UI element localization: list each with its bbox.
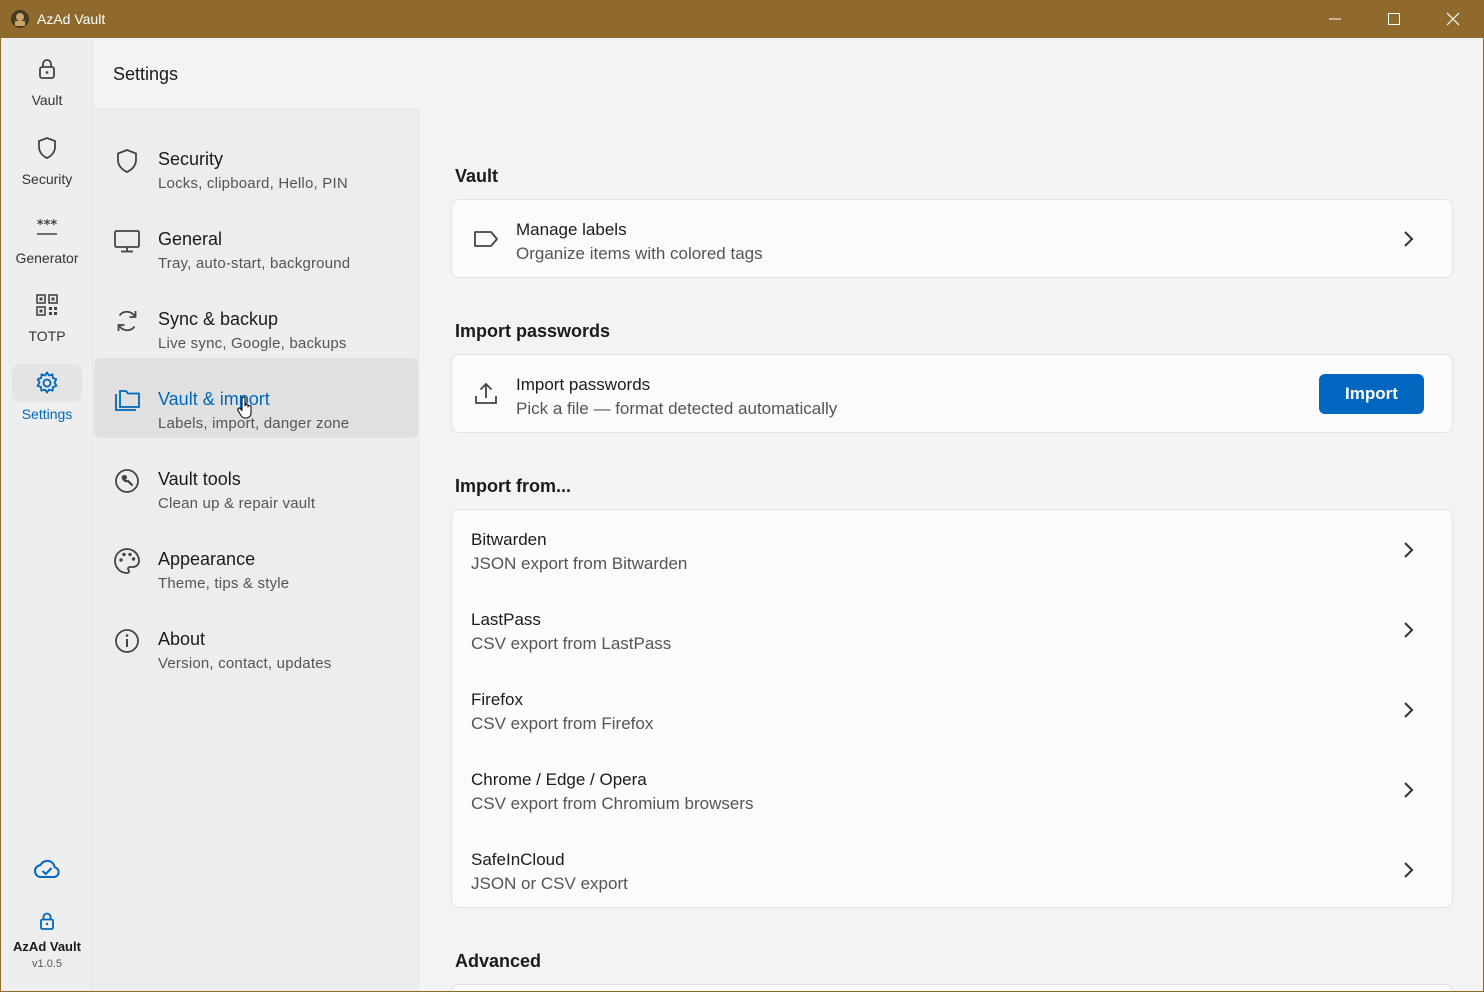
app-logo-icon xyxy=(11,10,29,28)
chevron-right-icon xyxy=(1404,622,1414,638)
category-subtitle: Live sync, Google, backups xyxy=(158,335,347,352)
category-subtitle: Clean up & repair vault xyxy=(158,495,316,512)
category-subtitle: Locks, clipboard, Hello, PIN xyxy=(158,175,348,192)
row-subtitle: JSON or CSV export xyxy=(471,874,628,893)
gear-icon xyxy=(36,371,58,394)
rail-item-totp[interactable]: TOTP xyxy=(1,286,93,356)
manage-labels-row[interactable]: Manage labels Organize items with colore… xyxy=(452,200,1452,278)
category-vault-import[interactable]: Vault & import Labels, import, danger zo… xyxy=(94,358,418,438)
category-subtitle: Version, contact, updates xyxy=(158,655,332,672)
folders-icon xyxy=(115,390,140,411)
chevron-right-icon xyxy=(1404,702,1414,718)
rail-label: Vault xyxy=(31,92,63,108)
category-subtitle: Tray, auto-start, background xyxy=(158,255,351,272)
close-icon xyxy=(1446,12,1460,26)
app-version: v1.0.5 xyxy=(32,958,62,970)
row-subtitle: CSV export from Firefox xyxy=(471,714,654,733)
row-subtitle: JSON export from Bitwarden xyxy=(471,554,688,573)
wrench-icon xyxy=(115,469,139,493)
category-appearance[interactable]: Appearance Theme, tips & style xyxy=(94,518,418,598)
chevron-right-icon xyxy=(1404,542,1414,558)
hand-cursor-icon xyxy=(237,396,252,419)
nav-rail: Vault Security *** Generator TOTP Settin… xyxy=(1,38,93,991)
card-import-passwords: Import passwords Pick a file — format de… xyxy=(451,354,1453,433)
category-title: General xyxy=(158,229,223,249)
settings-categories: Security Locks, clipboard, Hello, PIN Ge… xyxy=(94,108,419,991)
row-title: Chrome / Edge / Opera xyxy=(471,770,647,789)
rail-item-security[interactable]: Security xyxy=(1,129,93,199)
category-title: Sync & backup xyxy=(158,309,279,329)
title-bar: AzAd Vault xyxy=(0,0,1484,38)
section-heading-vault: Vault xyxy=(455,166,499,186)
upload-icon xyxy=(475,382,497,404)
row-title: Manage labels xyxy=(516,220,627,239)
shield-icon xyxy=(38,137,56,159)
section-heading-import-from: Import from... xyxy=(455,476,571,496)
rail-label: TOTP xyxy=(28,328,66,344)
lock-icon xyxy=(40,912,54,930)
category-about[interactable]: About Version, contact, updates xyxy=(94,598,418,678)
category-title: Appearance xyxy=(158,549,256,569)
lock-icon xyxy=(39,59,55,79)
row-title: Bitwarden xyxy=(471,530,547,549)
row-title: Firefox xyxy=(471,690,523,709)
category-subtitle: Theme, tips & style xyxy=(158,575,290,592)
row-title: SafeInCloud xyxy=(471,850,565,869)
row-subtitle: Organize items with colored tags xyxy=(516,244,763,263)
rail-item-vault[interactable]: Vault xyxy=(1,50,93,120)
rail-label: Generator xyxy=(15,250,79,266)
import-button[interactable]: Import xyxy=(1319,374,1424,414)
qr-code-icon xyxy=(36,294,58,316)
section-heading-import-passwords: Import passwords xyxy=(455,321,611,341)
window-title: AzAd Vault xyxy=(37,11,106,27)
category-general[interactable]: General Tray, auto-start, background xyxy=(94,198,418,278)
row-title: LastPass xyxy=(471,610,541,629)
chevron-right-icon xyxy=(1404,862,1414,878)
card-import-from: Bitwarden JSON export from Bitwarden Las… xyxy=(451,509,1453,908)
monitor-icon xyxy=(114,230,140,253)
svg-text:***: *** xyxy=(37,218,58,233)
app-footer: AzAd Vault v1.0.5 xyxy=(1,910,93,970)
shield-icon xyxy=(117,149,137,173)
row-title: Import passwords xyxy=(516,375,651,394)
minimize-icon xyxy=(1329,18,1341,20)
cloud-check-icon[interactable] xyxy=(32,854,62,884)
category-security[interactable]: Security Locks, clipboard, Hello, PIN xyxy=(94,118,418,198)
palette-icon xyxy=(114,548,140,574)
category-vault-tools[interactable]: Vault tools Clean up & repair vault xyxy=(94,438,418,518)
card-vault: Manage labels Organize items with colore… xyxy=(451,199,1453,278)
category-title: Vault tools xyxy=(158,469,241,489)
tag-icon xyxy=(474,231,498,247)
import-passwords-row: Import passwords Pick a file — format de… xyxy=(452,355,1452,433)
category-title: Security xyxy=(158,149,224,169)
chevron-right-icon xyxy=(1404,782,1414,798)
import-source-safeincloud[interactable]: SafeInCloud JSON or CSV export xyxy=(452,830,1452,910)
chevron-right-icon xyxy=(1404,231,1414,247)
import-source-bitwarden[interactable]: Bitwarden JSON export from Bitwarden xyxy=(452,510,1452,590)
row-subtitle: Pick a file — format detected automatica… xyxy=(516,399,838,418)
row-subtitle: CSV export from Chromium browsers xyxy=(471,794,754,813)
import-source-lastpass[interactable]: LastPass CSV export from LastPass xyxy=(452,590,1452,670)
settings-content: Vault Manage labels Organize items with … xyxy=(420,108,1483,991)
info-icon xyxy=(115,629,139,653)
page-title: Settings xyxy=(113,64,179,84)
row-subtitle: CSV export from LastPass xyxy=(471,634,672,653)
app-name: AzAd Vault xyxy=(13,939,81,954)
import-source-firefox[interactable]: Firefox CSV export from Firefox xyxy=(452,670,1452,750)
password-icon: *** xyxy=(37,218,58,235)
import-source-chromium[interactable]: Chrome / Edge / Opera CSV export from Ch… xyxy=(452,750,1452,830)
rail-label: Security xyxy=(21,171,73,187)
rail-item-settings[interactable]: Settings xyxy=(1,364,93,434)
maximize-icon xyxy=(1388,13,1400,25)
card-advanced xyxy=(451,984,1453,991)
category-sync-backup[interactable]: Sync & backup Live sync, Google, backups xyxy=(94,278,418,358)
section-heading-advanced: Advanced xyxy=(455,951,542,971)
maximize-button[interactable] xyxy=(1365,0,1423,38)
category-title: About xyxy=(158,629,206,649)
sync-icon xyxy=(117,310,137,332)
close-button[interactable] xyxy=(1424,0,1482,38)
rail-label: Settings xyxy=(21,406,73,422)
minimize-button[interactable] xyxy=(1306,0,1364,38)
rail-item-generator[interactable]: *** Generator xyxy=(1,208,93,278)
